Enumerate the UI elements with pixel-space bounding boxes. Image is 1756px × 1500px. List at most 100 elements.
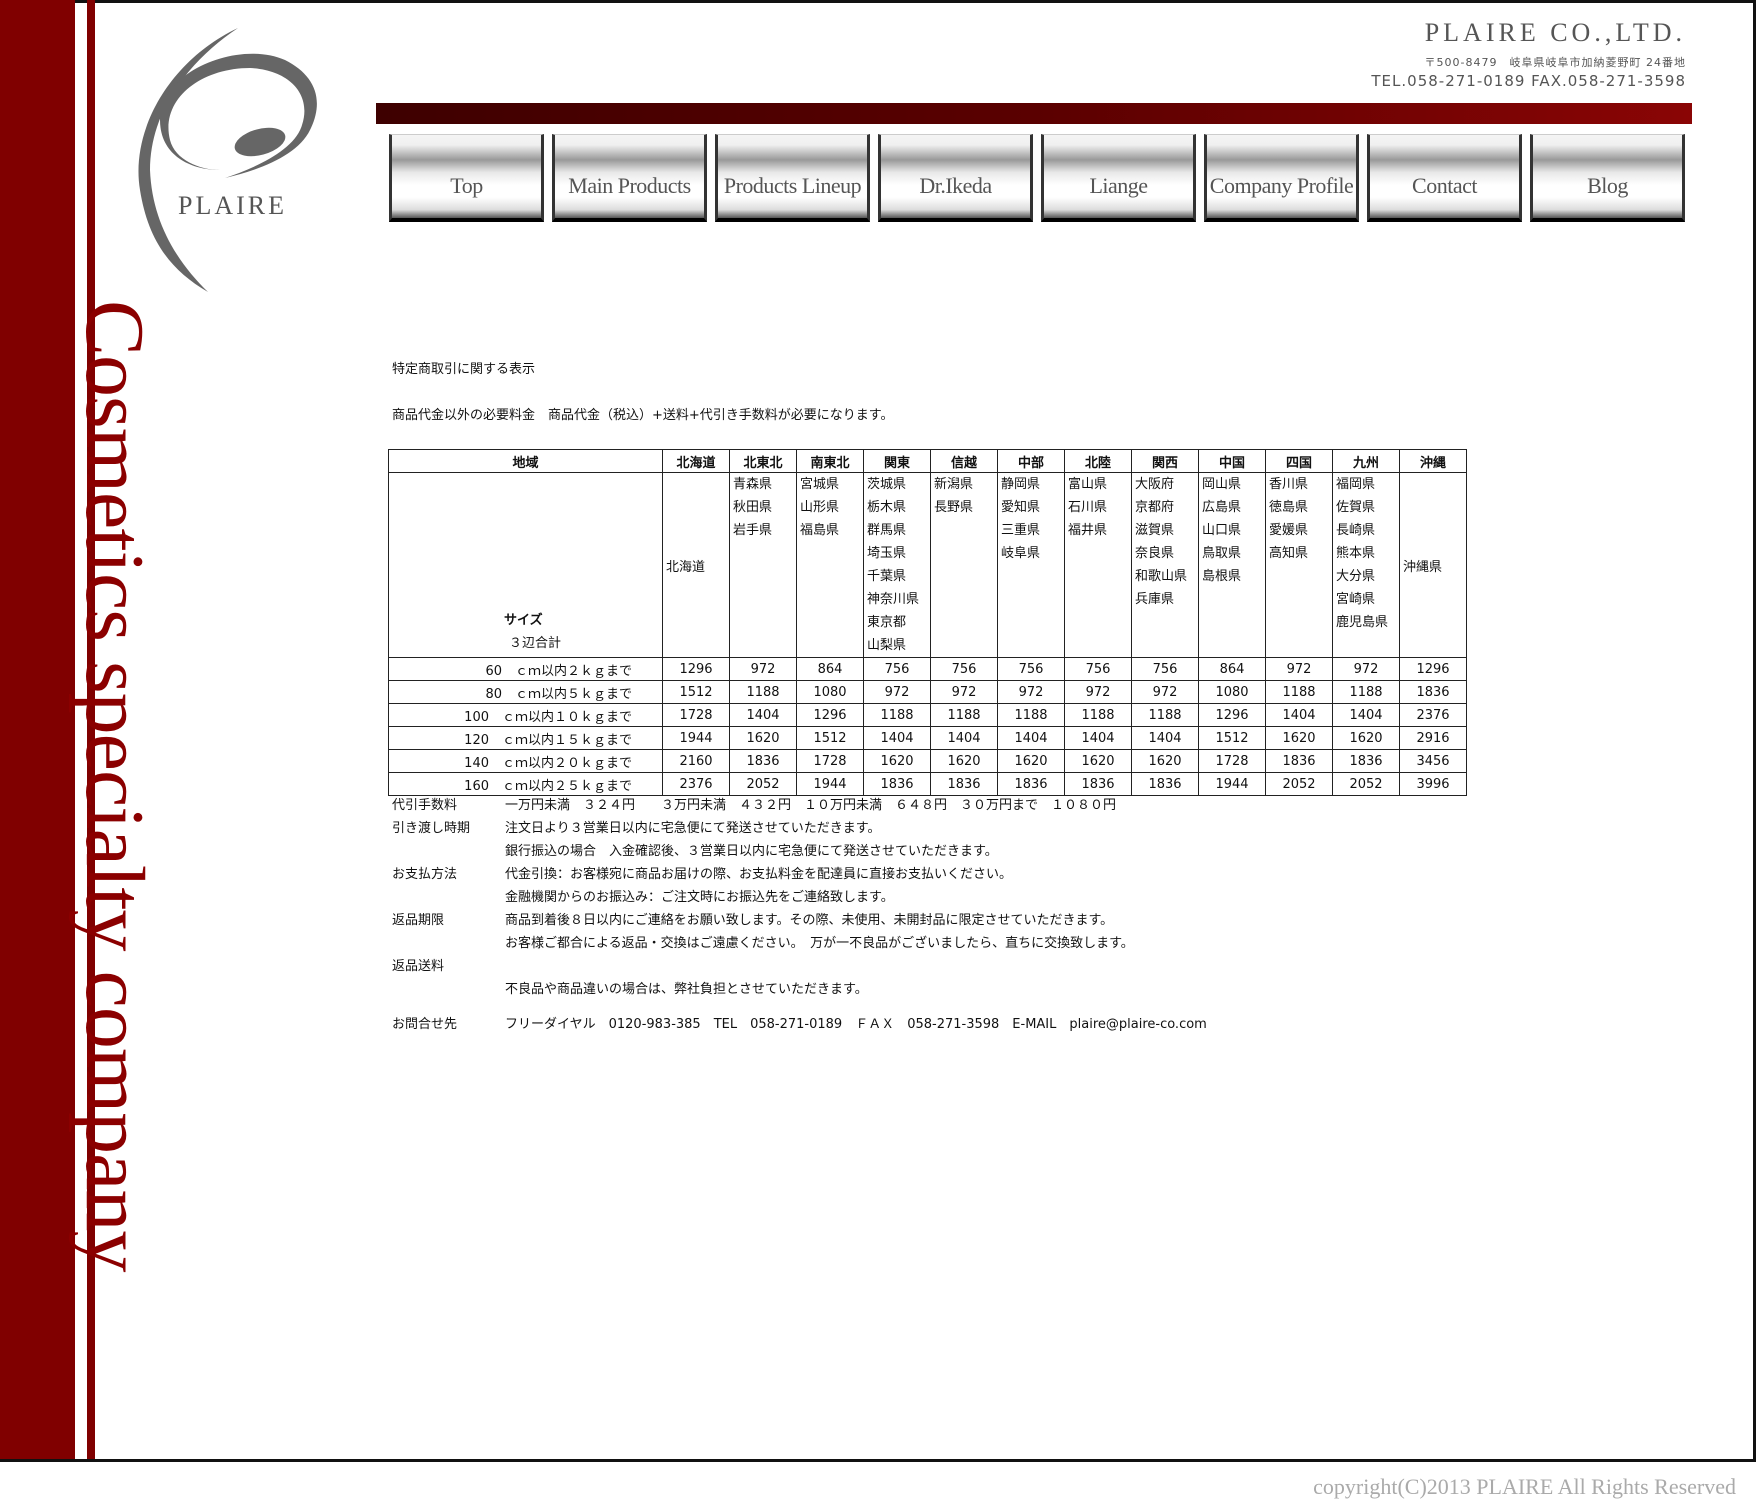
info-row: お支払方法 代金引換：お客様宛に商品お届けの際、お支払料金を配達員に直接お支払いく… <box>392 863 1207 886</box>
region-header: 北陸 <box>1064 449 1132 473</box>
table-row: 100 ｃｍ以内１０ｋｇまで 1728 1404 1296 1188 1188 1188 11… <box>388 703 1467 727</box>
region-header: 北東北 <box>729 449 797 473</box>
prefecture: 石川県 <box>1068 500 1108 515</box>
price-cell: 2052 <box>1332 772 1400 796</box>
prefecture: 茨城県 <box>867 477 907 492</box>
prefecture: 三重県 <box>1001 523 1041 538</box>
info-value: 銀行振込の場合 入金確認後、３営業日以内に宅急便にて発送させていただきます。 <box>505 844 998 859</box>
nav-contact[interactable]: Contact <box>1367 134 1522 222</box>
price-cell: 864 <box>1198 657 1266 681</box>
size-cell: 140 ｃｍ以内２０ｋｇまで <box>388 749 663 773</box>
company-address: 〒500-8479 岐阜県岐阜市加納菱野町 24番地 <box>1424 56 1686 69</box>
prefecture: 香川県 <box>1269 477 1309 492</box>
bottom-border <box>0 1459 1756 1462</box>
info-label: 返品送料 <box>392 959 445 974</box>
price-cell: 756 <box>1131 657 1199 681</box>
price-cell: 1620 <box>1131 749 1199 773</box>
price-cell: 2376 <box>1399 703 1467 727</box>
info-label <box>392 1001 505 1013</box>
info-row: 不良品や商品違いの場合は、弊社負担とさせていただきます。 <box>392 978 1207 1001</box>
nav-company-profile[interactable]: Company Profile <box>1204 134 1359 222</box>
size-cell: 80 ｃｍ以内５ｋｇまで <box>388 680 663 704</box>
price-cell: 1404 <box>930 726 998 750</box>
prefecture: 福島県 <box>800 523 840 538</box>
price-cell: 972 <box>729 657 797 681</box>
info-label: 引き渡し時期 <box>392 821 471 836</box>
nav-dr-ikeda[interactable]: Dr.Ikeda <box>878 134 1033 222</box>
prefecture: 宮崎県 <box>1336 592 1376 607</box>
info-value: 一万円未満 ３２４円 ３万円未満 ４３２円 １０万円未満 ６４８円 ３０万円まで… <box>505 798 1117 813</box>
info-row: 金融機関からのお振込み：ご注文時にお振込先をご連絡致します。 <box>392 886 1207 909</box>
price-cell: 1296 <box>796 703 864 727</box>
info-value: 注文日より３営業日以内に宅急便にて発送させていただきます。 <box>505 821 881 836</box>
price-cell: 972 <box>863 680 931 704</box>
prefecture: 島根県 <box>1202 569 1242 584</box>
price-cell: 1944 <box>1198 772 1266 796</box>
price-cell: 756 <box>997 657 1065 681</box>
info-value: 不良品や商品違いの場合は、弊社負担とさせていただきます。 <box>505 982 868 997</box>
prefecture: 福井県 <box>1068 523 1108 538</box>
prefecture: 宮城県 <box>800 477 840 492</box>
nav-liange[interactable]: Liange <box>1041 134 1196 222</box>
info-label: お支払方法 <box>392 867 458 882</box>
price-cell: 1404 <box>863 726 931 750</box>
price-cell: 2160 <box>662 749 730 773</box>
prefecture: 広島県 <box>1202 500 1242 515</box>
size-cell: 100 ｃｍ以内１０ｋｇまで <box>388 703 663 727</box>
nav-blog[interactable]: Blog <box>1530 134 1685 222</box>
price-cell: 1620 <box>1265 726 1333 750</box>
info-row: お客様ご都合による返品・交換はご遠慮ください。 万が一不良品がございましたら、直… <box>392 932 1207 955</box>
price-cell: 1512 <box>796 726 864 750</box>
plaire-logo[interactable]: PLAIRE <box>130 20 350 300</box>
price-cell: 1620 <box>863 749 931 773</box>
table-row: 60 ｃｍ以内２ｋｇまで 1296 972 864 756 756 756 756 756 864… <box>388 657 1467 681</box>
nav-products-lineup[interactable]: Products Lineup <box>715 134 870 222</box>
info-label <box>392 932 505 955</box>
copyright: copyright(C)2013 PLAIRE All Rights Reser… <box>1313 1474 1736 1499</box>
prefecture: 青森県 <box>733 477 773 492</box>
prefecture: 兵庫県 <box>1135 592 1175 607</box>
price-cell: 972 <box>1131 680 1199 704</box>
info-row: 引き渡し時期 注文日より３営業日以内に宅急便にて発送させていただきます。 <box>392 817 1207 840</box>
prefecture: 沖縄県 <box>1403 559 1443 575</box>
page-title: 特定商取引に関する表示 <box>392 362 536 377</box>
nav-main-products[interactable]: Main Products <box>552 134 707 222</box>
price-cell: 1512 <box>662 680 730 704</box>
price-cell: 1836 <box>729 749 797 773</box>
price-cell: 1836 <box>930 772 998 796</box>
prefecture: 栃木県 <box>867 500 907 515</box>
prefecture: 京都府 <box>1135 500 1175 515</box>
left-red-band <box>0 0 75 1462</box>
info-value: 金融機関からのお振込み：ご注文時にお振込先をご連絡致します。 <box>505 890 894 905</box>
price-cell: 1404 <box>997 726 1065 750</box>
prefecture-cell: 新潟県 長野県 <box>930 472 998 658</box>
prefecture-cell: 静岡県 愛知県 三重県 岐阜県 <box>997 472 1065 658</box>
price-cell: 1188 <box>1131 703 1199 727</box>
price-cell: 1836 <box>863 772 931 796</box>
price-cell: 972 <box>997 680 1065 704</box>
price-cell: 972 <box>1332 657 1400 681</box>
price-cell: 1836 <box>1265 749 1333 773</box>
info-value: 商品到着後８日以内にご連絡をお願い致します。その際、未使用、未開封品に限定させて… <box>505 913 1114 928</box>
price-cell: 2052 <box>729 772 797 796</box>
price-cell: 1944 <box>662 726 730 750</box>
price-cell: 1404 <box>1265 703 1333 727</box>
price-cell: 1404 <box>1332 703 1400 727</box>
prefecture: 岡山県 <box>1202 477 1242 492</box>
price-cell: 864 <box>796 657 864 681</box>
info-value: フリーダイヤル 0120-983-385 TEL 058-271-0189 ＦＡ… <box>505 1017 1207 1032</box>
prefecture: 和歌山県 <box>1135 569 1188 584</box>
region-header: 北海道 <box>662 449 730 473</box>
prefecture-cell: 北海道 <box>662 472 730 658</box>
price-cell: 1620 <box>930 749 998 773</box>
company-tel-fax: TEL.058-271-0189 FAX.058-271-3598 <box>1371 72 1686 90</box>
price-cell: 1404 <box>729 703 797 727</box>
prefecture: 神奈川県 <box>867 592 920 607</box>
price-cell: 1836 <box>1332 749 1400 773</box>
prefecture: 新潟県 <box>934 477 974 492</box>
top-border <box>0 0 1756 3</box>
info-row: 銀行振込の場合 入金確認後、３営業日以内に宅急便にて発送させていただきます。 <box>392 840 1207 863</box>
prefecture-cell: 福岡県 佐賀県 長崎県 熊本県 大分県 宮崎県 鹿児島県 <box>1332 472 1400 658</box>
nav-top[interactable]: Top <box>389 134 544 222</box>
info-row: 返品送料 <box>392 955 1207 978</box>
